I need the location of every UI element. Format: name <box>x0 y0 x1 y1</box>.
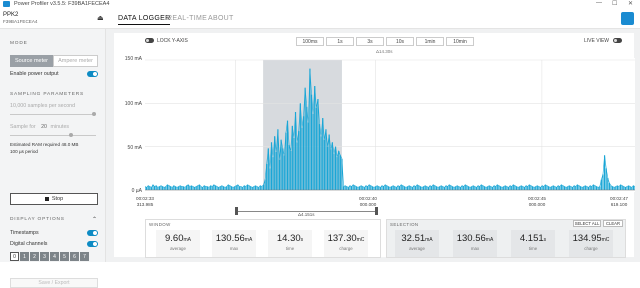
window-titlebar: Power Profiler v3.5.5: F39BA1FECEA4 — ☐ … <box>0 0 640 9</box>
x-tick-label: 00:02:33 313.985 <box>136 196 154 207</box>
y-tick-label: 0 µA <box>131 188 142 194</box>
device-name: PPK2 <box>3 12 19 18</box>
selection-time-stat: 4.151s time <box>511 230 555 257</box>
y-tick-label: 150 mA <box>124 56 142 62</box>
x-tick-label: 00:02:40 000.000 <box>359 196 377 207</box>
channel-1-button[interactable]: 1 <box>20 252 29 261</box>
window-panel-title: WINDOW <box>149 222 171 227</box>
selection-handle-left[interactable] <box>235 207 238 215</box>
window-3s-button[interactable]: 3s <box>356 37 384 46</box>
collapse-chevron-icon[interactable]: ⌃ <box>92 216 97 223</box>
maximize-button[interactable]: ☐ <box>612 0 617 7</box>
lock-y-axis-toggle[interactable] <box>145 38 154 43</box>
window-duration: Δ14.30s <box>376 49 393 54</box>
stop-icon <box>44 197 49 201</box>
source-meter-button[interactable]: Source meter <box>10 55 53 67</box>
window-charge-stat: 137.30mC charge <box>324 230 368 257</box>
device-serial: F39BA1FECEA4 <box>3 19 38 24</box>
clear-selection-button[interactable]: CLEAR <box>603 220 623 227</box>
current-chart[interactable] <box>145 58 635 192</box>
sample-for-input[interactable]: 20 <box>41 124 47 130</box>
sample-for-unit: minutes <box>50 124 70 130</box>
channel-3-button[interactable]: 3 <box>40 252 49 261</box>
estimated-ram: Estimated RAM required 48.0 MB <box>10 142 79 147</box>
stop-label: Stop <box>51 196 64 202</box>
selection-panel-title: SELECTION <box>390 222 419 227</box>
series-line <box>145 68 635 188</box>
window-stats-panel: WINDOW 9.60mA average 130.56mA max 14.30… <box>145 219 381 258</box>
sample-rate-knob[interactable] <box>92 112 96 116</box>
tab-data-logger[interactable]: DATA LOGGER <box>118 15 171 25</box>
selection-handle-right[interactable] <box>375 207 378 215</box>
x-tick-label: 00:02:47 619.100 <box>610 196 628 207</box>
timestamps-toggle[interactable] <box>87 230 98 236</box>
enable-power-toggle[interactable] <box>87 71 98 77</box>
channel-4-button[interactable]: 4 <box>50 252 59 261</box>
enable-power-label: Enable power output <box>10 71 59 77</box>
mode-heading: MODE <box>10 41 28 46</box>
tab-about[interactable]: ABOUT <box>208 15 234 22</box>
channel-7-button[interactable]: 7 <box>80 252 89 261</box>
sampling-heading: SAMPLING PARAMETERS <box>10 92 85 97</box>
display-options-heading: DISPLAY OPTIONS <box>10 217 65 222</box>
window-title: Power Profiler v3.5.5: F39BA1FECEA4 <box>14 1 110 7</box>
live-view-toggle[interactable] <box>613 38 622 43</box>
window-max-stat: 130.56mA max <box>212 230 256 257</box>
selection-max-stat: 130.56mA max <box>453 230 497 257</box>
app-icon <box>3 1 10 7</box>
window-average-stat: 9.60mA average <box>156 230 200 257</box>
window-1s-button[interactable]: 1s <box>326 37 354 46</box>
ampere-meter-button[interactable]: Ampere meter <box>53 55 98 67</box>
sample-duration-slider[interactable] <box>10 135 96 136</box>
channel-6-button[interactable]: 6 <box>70 252 79 261</box>
eject-icon[interactable]: ⏏ <box>97 14 104 22</box>
window-10min-button[interactable]: 10min <box>446 37 474 46</box>
window-100ms-button[interactable]: 100ms <box>296 37 324 46</box>
x-tick-label: 00:02:45 000.000 <box>528 196 546 207</box>
timestamps-label: Timestamps <box>10 230 39 236</box>
device-selector[interactable]: PPK2 F39BA1FECEA4 <box>3 12 37 24</box>
samples-per-second-label: 10,000 samples per second <box>10 103 76 109</box>
mode-switch: Source meter Ampere meter <box>10 55 98 67</box>
save-export-button[interactable]: Save / Export <box>10 278 98 288</box>
channel-0-button[interactable]: 0 <box>10 252 19 261</box>
selection-duration: Δ4.151s <box>298 212 315 217</box>
window-1min-button[interactable]: 1min <box>416 37 444 46</box>
top-nav: PPK2 F39BA1FECEA4 ⏏ DATA LOGGER REAL-TIM… <box>0 9 640 29</box>
digital-channel-selector: 0 1 2 3 4 5 6 7 <box>10 252 89 261</box>
y-tick-label: 100 mA <box>124 101 142 107</box>
sample-for-label: Sample for <box>10 124 36 130</box>
selection-average-stat: 32.51mA average <box>395 230 439 257</box>
window-time-stat: 14.30s time <box>268 230 312 257</box>
channel-5-button[interactable]: 5 <box>60 252 69 261</box>
tab-real-time[interactable]: REAL-TIME <box>167 15 207 22</box>
chart-svg <box>145 59 635 191</box>
selection-charge-stat: 134.95mC charge <box>569 230 613 257</box>
minimize-button[interactable]: — <box>596 0 602 6</box>
y-tick-label: 50 mA <box>127 145 142 151</box>
live-view-label: LIVE VIEW <box>584 38 610 44</box>
sample-period: 100 µs period <box>10 149 38 154</box>
sidebar: MODE Source meter Ampere meter Enable po… <box>0 29 106 288</box>
digital-channels-label: Digital channels <box>10 241 48 247</box>
digital-channels-toggle[interactable] <box>87 241 98 247</box>
sample-rate-slider[interactable] <box>10 114 96 115</box>
window-10s-button[interactable]: 10s <box>386 37 414 46</box>
channel-2-button[interactable]: 2 <box>30 252 39 261</box>
stop-button[interactable]: Stop <box>10 193 98 205</box>
sample-duration-knob[interactable] <box>69 133 73 137</box>
nordic-logo-icon <box>621 12 634 25</box>
close-button[interactable]: ✕ <box>628 0 633 7</box>
select-all-button[interactable]: SELECT ALL <box>573 220 601 227</box>
lock-y-axis-label: LOCK Y-AXIS <box>157 38 188 44</box>
